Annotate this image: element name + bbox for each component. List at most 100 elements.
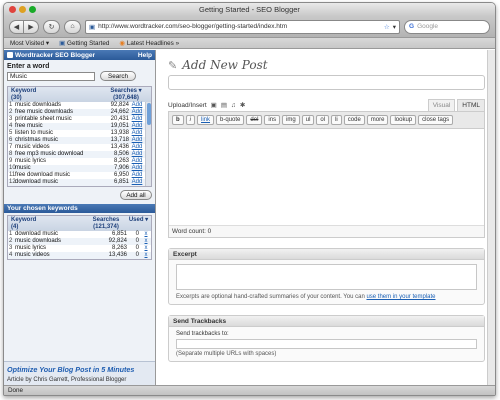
- row-number: 2: [9, 238, 13, 244]
- trackbacks-panel-title[interactable]: Send Trackbacks: [169, 316, 484, 327]
- row-number: 12: [9, 179, 16, 185]
- quicktag-ol-button[interactable]: ol: [316, 115, 330, 125]
- chosen-searches-column-header[interactable]: Searches (121,374): [86, 216, 126, 231]
- search-count: 13,718: [110, 137, 129, 143]
- row-number: 9: [9, 158, 13, 164]
- dropdown-arrow-icon[interactable]: ▾: [393, 23, 396, 31]
- site-favicon-icon: ▣: [89, 23, 96, 31]
- quicktag-img-button[interactable]: img: [282, 115, 300, 125]
- post-content-textarea[interactable]: [169, 129, 484, 225]
- back-button[interactable]: ◀: [9, 19, 24, 34]
- quicktag-b-button[interactable]: b: [172, 115, 184, 125]
- excerpt-textarea[interactable]: [176, 264, 477, 290]
- url-text[interactable]: http://www.wordtracker.com/seo-blogger/g…: [98, 23, 381, 30]
- quicktag-code-button[interactable]: code: [343, 115, 365, 125]
- quicktag-i-button[interactable]: i: [185, 115, 196, 125]
- add-media-icon[interactable]: ✱: [240, 101, 245, 109]
- page-content: Wordtracker SEO Blogger Help Enter a wor…: [4, 50, 495, 385]
- bookmark-getting-started[interactable]: ▣ Getting Started: [59, 40, 109, 47]
- add-keyword-link[interactable]: Add: [129, 151, 145, 158]
- add-keyword-link[interactable]: Add: [129, 137, 145, 144]
- chosen-keywords-table: Keyword (4) Searches (121,374) Used ▾ 1d…: [7, 215, 152, 260]
- address-bar[interactable]: ▣ http://www.wordtracker.com/seo-blogger…: [85, 19, 400, 34]
- add-image-icon[interactable]: ▣: [211, 101, 217, 109]
- main-scrollbar[interactable]: [487, 50, 495, 385]
- search-button[interactable]: Search: [100, 71, 136, 81]
- add-keyword-link[interactable]: Add: [129, 144, 145, 151]
- keyword-column-header[interactable]: Keyword (30): [8, 87, 101, 102]
- search-placeholder[interactable]: Google: [417, 23, 438, 30]
- searches-column-header[interactable]: Searches ▾ (307,648): [101, 87, 151, 102]
- quicktag-li-button[interactable]: li: [331, 115, 342, 125]
- quicktag-b-quote-button[interactable]: b-quote: [216, 115, 245, 125]
- keyword-row: 10 music 7,906 Add: [8, 165, 145, 172]
- scroll-thumb[interactable]: [147, 103, 151, 125]
- remove-keyword-link[interactable]: x: [141, 238, 151, 245]
- quicktag-close-tags-button[interactable]: close tags: [418, 115, 454, 125]
- forward-button[interactable]: ▶: [24, 19, 39, 34]
- used-column-header[interactable]: Used ▾: [126, 216, 151, 231]
- close-window-button[interactable]: [9, 6, 16, 13]
- quicktag-link-button[interactable]: link: [197, 115, 215, 125]
- post-title-input[interactable]: [168, 75, 485, 90]
- word-input[interactable]: Music: [7, 71, 95, 81]
- add-audio-icon[interactable]: ♫: [231, 102, 236, 109]
- add-keyword-link[interactable]: Add: [129, 172, 145, 179]
- editor-area: ✎ Add New Post Upload/Insert ▣ ▤ ♫ ✱ Vis…: [156, 50, 495, 385]
- keyword-text: christmas music: [15, 137, 59, 143]
- keyword-row: 5 listen to music 13,938 Add: [8, 130, 145, 137]
- tab-html[interactable]: HTML: [457, 99, 485, 111]
- chosen-table-header: Keyword (4) Searches (121,374) Used ▾: [8, 216, 151, 231]
- home-icon: ⌂: [70, 23, 75, 30]
- add-all-button[interactable]: Add all: [120, 190, 152, 200]
- trackbacks-input[interactable]: [176, 339, 477, 349]
- add-keyword-link[interactable]: Add: [129, 165, 145, 172]
- forward-arrow-icon: ▶: [28, 23, 34, 31]
- trackbacks-panel: Send Trackbacks Send trackbacks to: (Sep…: [168, 315, 485, 362]
- row-number: 1: [9, 102, 13, 108]
- reload-button[interactable]: ↻: [43, 19, 60, 34]
- add-keyword-link[interactable]: Add: [129, 123, 145, 130]
- help-link[interactable]: Help: [138, 52, 152, 59]
- excerpt-template-link[interactable]: use them in your template: [366, 294, 435, 300]
- browser-toolbar: ◀ ▶ ↻ ⌂ ▣ http://www.wordtracker.com/seo…: [4, 16, 495, 38]
- add-video-icon[interactable]: ▤: [221, 101, 227, 109]
- remove-keyword-link[interactable]: x: [141, 252, 151, 259]
- add-keyword-link[interactable]: Add: [129, 179, 145, 186]
- pushpin-icon: ✎: [168, 59, 178, 72]
- chosen-keyword-column-header[interactable]: Keyword (4): [8, 216, 86, 231]
- tab-visual[interactable]: Visual: [427, 99, 456, 111]
- editor-mode-tabs: Visual HTML: [427, 99, 485, 111]
- add-keyword-link[interactable]: Add: [129, 130, 145, 137]
- excerpt-panel-title[interactable]: Excerpt: [169, 249, 484, 260]
- add-keyword-link[interactable]: Add: [129, 158, 145, 165]
- add-keyword-link[interactable]: Add: [129, 116, 145, 123]
- quicktag-ul-button[interactable]: ul: [301, 115, 315, 125]
- promo-link[interactable]: Optimize Your Blog Post in 5 Minutes: [7, 365, 152, 374]
- bookmark-star-icon[interactable]: ☆: [384, 23, 390, 31]
- home-button[interactable]: ⌂: [64, 19, 81, 34]
- keyword-rows: 1 music downloads 92,824 Add 2 free music dow…: [8, 102, 145, 186]
- quicktag-del-button[interactable]: del: [246, 115, 263, 125]
- add-keyword-link[interactable]: Add: [129, 102, 145, 109]
- keyword-scrollbar[interactable]: [145, 102, 151, 186]
- minimize-window-button[interactable]: [19, 6, 26, 13]
- bookmark-most-visited[interactable]: Most Visited ▾: [10, 40, 49, 47]
- keyword-row: 3 printable sheet music 20,431 Add: [8, 116, 145, 123]
- back-arrow-icon: ◀: [13, 23, 20, 31]
- excerpt-panel: Excerpt Excerpts are optional hand-craft…: [168, 248, 485, 305]
- quicktag-ins-button[interactable]: ins: [264, 115, 281, 125]
- keyword-row: 1 music downloads 92,824 Add: [8, 102, 145, 109]
- add-keyword-link[interactable]: Add: [129, 109, 145, 116]
- quicktag-more-button[interactable]: more: [366, 115, 389, 125]
- quicktag-lookup-button[interactable]: lookup: [390, 115, 417, 125]
- zoom-window-button[interactable]: [29, 6, 36, 13]
- bookmark-latest-headlines[interactable]: ◉ Latest Headlines »: [119, 40, 179, 47]
- sidebar-brand: Wordtracker SEO Blogger: [7, 52, 95, 59]
- remove-keyword-link[interactable]: x: [141, 245, 151, 252]
- keyword-text: free music downloads: [15, 109, 74, 115]
- search-count: 92,824: [110, 102, 129, 108]
- search-box[interactable]: G Google: [404, 19, 490, 34]
- word-count: Word count: 0: [169, 225, 484, 237]
- remove-keyword-link[interactable]: x: [141, 231, 151, 238]
